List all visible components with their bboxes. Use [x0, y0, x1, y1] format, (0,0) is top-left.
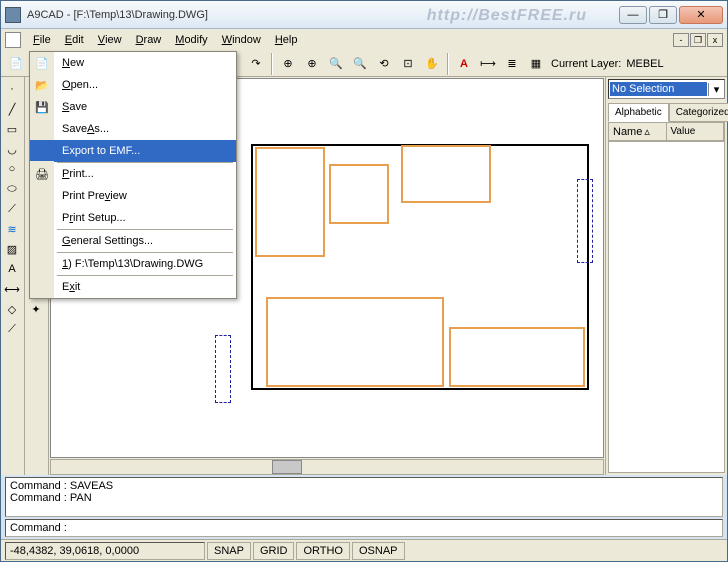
menu-file[interactable]: File	[27, 32, 57, 48]
menubar: File Edit View Draw Modify Window Help -…	[1, 29, 727, 51]
cmd-line-2: Command : PAN	[10, 492, 718, 504]
new-file-icon: 📄	[30, 52, 54, 74]
menu-general-settings[interactable]: General Settings...	[30, 230, 236, 252]
snap-toggle[interactable]: SNAP	[207, 542, 251, 560]
pan-icon[interactable]: ✋	[421, 53, 443, 75]
statusbar: -48,4382, 39,0618, 0,0000 SNAP GRID ORTH…	[1, 539, 727, 561]
sort-icon: ▵	[644, 125, 650, 138]
command-input[interactable]: Command :	[5, 519, 723, 537]
cmd-line-1: Command : SAVEAS	[10, 480, 718, 492]
property-header: Name▵ Value	[608, 122, 725, 141]
file-menu-dropdown: 📄New 📂Open... 💾Save Save As... Export to…	[29, 51, 237, 299]
close-button[interactable]: ✕	[679, 6, 723, 24]
coordinates: -48,4382, 39,0618, 0,0000	[5, 542, 205, 560]
col-value[interactable]: Value	[667, 123, 725, 140]
mdi-minimize-button[interactable]: -	[673, 33, 689, 47]
osnap-toggle[interactable]: OSNAP	[352, 542, 405, 560]
block-icon[interactable]: ◇	[1, 299, 23, 319]
tab-categorized[interactable]: Categorized	[669, 103, 728, 122]
property-list	[608, 141, 725, 473]
app-icon	[5, 7, 21, 23]
text-style-icon[interactable]: A	[453, 53, 475, 75]
menu-window[interactable]: Window	[216, 32, 267, 48]
line-icon[interactable]: ╱	[1, 99, 23, 119]
polyline-icon[interactable]: ⟋	[1, 199, 23, 219]
menu-print-preview[interactable]: Print Preview	[30, 185, 236, 207]
menu-recent-1[interactable]: 1) F:\Temp\13\Drawing.DWG	[30, 253, 236, 275]
ortho-toggle[interactable]: ORTHO	[296, 542, 350, 560]
zoom-all-icon[interactable]: ⊡	[397, 53, 419, 75]
zoom-window-icon[interactable]: ⊕	[301, 53, 323, 75]
maximize-button[interactable]: ❐	[649, 6, 677, 24]
selection-text: No Selection	[610, 82, 707, 96]
open-file-icon: 📂	[30, 74, 54, 96]
col-name[interactable]: Name▵	[609, 123, 667, 140]
chevron-down-icon[interactable]: ▾	[708, 83, 724, 96]
menu-print[interactable]: 🖨Print...	[30, 163, 236, 185]
polyline2-icon[interactable]: ⟋	[1, 319, 23, 339]
menu-open[interactable]: 📂Open...	[30, 74, 236, 96]
save-icon: 💾	[30, 96, 54, 118]
properties-panel: No Selection ▾ Alphabetic Categorized Na…	[605, 77, 727, 475]
mdi-close-button[interactable]: x	[707, 33, 723, 47]
minimize-button[interactable]: —	[619, 6, 647, 24]
grid-toggle[interactable]: GRID	[253, 542, 295, 560]
document-icon[interactable]	[5, 32, 21, 48]
mdi-restore-button[interactable]: ❐	[690, 33, 706, 47]
horizontal-scrollbar[interactable]	[50, 459, 604, 475]
menu-export-emf[interactable]: Export to EMF...	[30, 140, 236, 162]
layer-label: Current Layer:	[551, 58, 621, 70]
hatch-icon[interactable]: ≋	[1, 219, 23, 239]
command-history[interactable]: Command : SAVEAS Command : PAN	[5, 477, 723, 517]
menu-new[interactable]: 📄New	[30, 52, 236, 74]
layer-value: MEBEL	[626, 58, 663, 70]
circle-icon[interactable]: ○	[1, 159, 23, 179]
menu-exit[interactable]: Exit	[30, 276, 236, 298]
menu-save[interactable]: 💾Save	[30, 96, 236, 118]
draw-toolbar: · ╱ ▭ ◡ ○ ⬭ ⟋ ≋ ▨ A ⟷ ◇ ⟋	[1, 77, 25, 475]
text-icon[interactable]: A	[1, 259, 23, 279]
print-icon: 🖨	[30, 163, 54, 185]
zoom-in-icon[interactable]: 🔍	[325, 53, 347, 75]
tab-alphabetic[interactable]: Alphabetic	[608, 103, 669, 122]
zoom-out-icon[interactable]: 🔍	[349, 53, 371, 75]
dim-style-icon[interactable]: ⟼	[477, 53, 499, 75]
menu-saveas[interactable]: Save As...	[30, 118, 236, 140]
titlebar[interactable]: A9CAD - [F:\Temp\13\Drawing.DWG] http://…	[1, 1, 727, 29]
menu-view[interactable]: View	[92, 32, 128, 48]
explode-icon[interactable]: ✦	[25, 299, 47, 319]
selection-combo[interactable]: No Selection ▾	[608, 79, 725, 99]
app-window: A9CAD - [F:\Temp\13\Drawing.DWG] http://…	[0, 0, 728, 562]
dim-icon[interactable]: ⟷	[1, 279, 23, 299]
arc-icon[interactable]: ◡	[1, 139, 23, 159]
point-icon[interactable]: ·	[1, 79, 23, 99]
menu-modify[interactable]: Modify	[169, 32, 213, 48]
watermark: http://BestFREE.ru	[427, 7, 587, 25]
menu-help[interactable]: Help	[269, 32, 304, 48]
redo-icon[interactable]: ↷	[245, 53, 267, 75]
zoom-prev-icon[interactable]: ⟲	[373, 53, 395, 75]
layers-icon[interactable]: ≣	[501, 53, 523, 75]
image-icon[interactable]: ▨	[1, 239, 23, 259]
new-file-icon[interactable]: 📄	[5, 53, 27, 75]
menu-edit[interactable]: Edit	[59, 32, 90, 48]
menu-draw[interactable]: Draw	[130, 32, 168, 48]
menu-print-setup[interactable]: Print Setup...	[30, 207, 236, 229]
properties-icon[interactable]: ▦	[525, 53, 547, 75]
rect-icon[interactable]: ▭	[1, 119, 23, 139]
ellipse-icon[interactable]: ⬭	[1, 179, 23, 199]
zoom-extents-icon[interactable]: ⊕	[277, 53, 299, 75]
